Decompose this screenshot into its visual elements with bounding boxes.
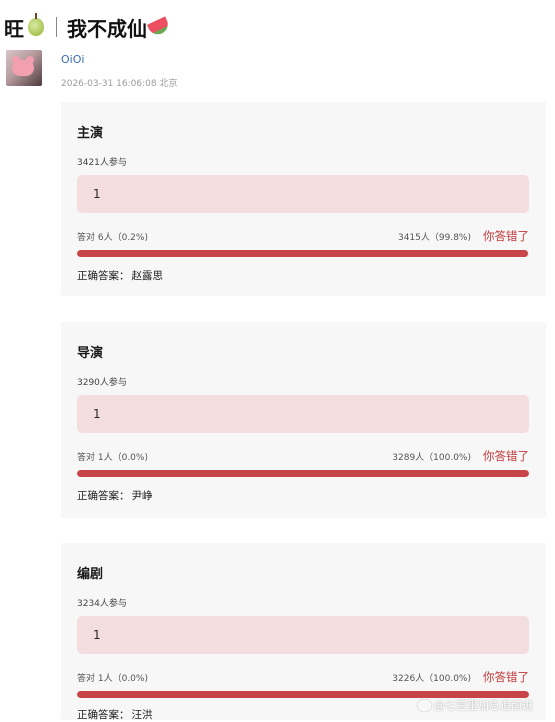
result-progress-bar [77,250,529,257]
quiz-participants: 3234人参与 [77,599,127,609]
quiz-card: 导演 3290人参与 1 答对 1人（0.0%) 3289人（100.0%) 你… [61,322,546,518]
correct-answer-value: 赵露思 [131,270,164,282]
avatar-face [12,60,34,76]
quiz-title: 编剧 [77,567,104,582]
wrong-count: 3289人（100.0%) [392,453,471,463]
quiz-title: 导演 [77,346,104,361]
correct-answer-label: 正确答案： [77,270,130,282]
quiz-stats: 答对 1人（0.0%) 3226人（100.0%) 你答错了 [77,670,529,685]
result-label: 你答错了 [483,449,529,463]
result-progress-bar [77,470,529,477]
answer-option[interactable]: 1 [77,616,529,654]
header-divider [56,17,57,37]
quiz-card: 编剧 3234人参与 1 答对 1人（0.0%) 3226人（100.0%) 你… [61,543,546,721]
answer-option-text: 1 [93,187,101,201]
result-label: 你答错了 [483,229,529,243]
correct-answer: 正确答案： 尹峥 [77,488,153,503]
quiz-stats: 答对 6人（0.2%) 3415人（99.8%) 你答错了 [77,229,529,244]
quiz-title: 主演 [77,126,104,141]
answer-option-text: 1 [93,407,101,421]
correct-answer-value: 汪洪 [131,709,153,721]
avatar[interactable] [6,50,42,86]
correct-answer-label: 正确答案： [77,709,130,721]
pear-emoji-icon [28,13,44,36]
correct-count: 答对 1人（0.0%) [77,674,148,684]
correct-answer-label: 正确答案： [77,490,130,502]
result-label: 你答错了 [483,670,529,684]
user-name-link[interactable]: OiOi [61,53,84,66]
correct-answer-value: 尹峥 [131,490,153,502]
correct-answer: 正确答案： 赵露思 [77,268,163,283]
post-meta: 2026-03-31 16:06:08 北京 [61,79,178,89]
answer-option-text: 1 [93,628,101,642]
quiz-stats: 答对 1人（0.0%) 3289人（100.0%) 你答错了 [77,449,529,464]
weibo-icon [418,699,431,711]
watermark-text: @七宫里加急追前进 [434,699,533,712]
quiz-participants: 3421人参与 [77,158,127,168]
quiz-card: 主演 3421人参与 1 答对 6人（0.2%) 3415人（99.8%) 你答… [61,102,546,296]
page-header: 旺 我不成仙 [4,12,172,42]
wrong-count: 3226人（100.0%) [392,674,471,684]
answer-option[interactable]: 1 [77,175,529,213]
result-progress-fill [77,250,529,257]
quiz-participants: 3290人参与 [77,378,127,388]
correct-count: 答对 1人（0.0%) [77,453,148,463]
header-left-text: 旺 [4,16,24,41]
wrong-count: 3415人（99.8%) [397,233,471,243]
correct-count: 答对 6人（0.2%) [77,233,148,243]
watermelon-emoji-icon [146,16,172,38]
result-progress-fill [77,470,529,477]
page-title: 我不成仙 [67,16,147,41]
watermark: @七宫里加急追前进 [418,697,533,713]
answer-option[interactable]: 1 [77,395,529,433]
